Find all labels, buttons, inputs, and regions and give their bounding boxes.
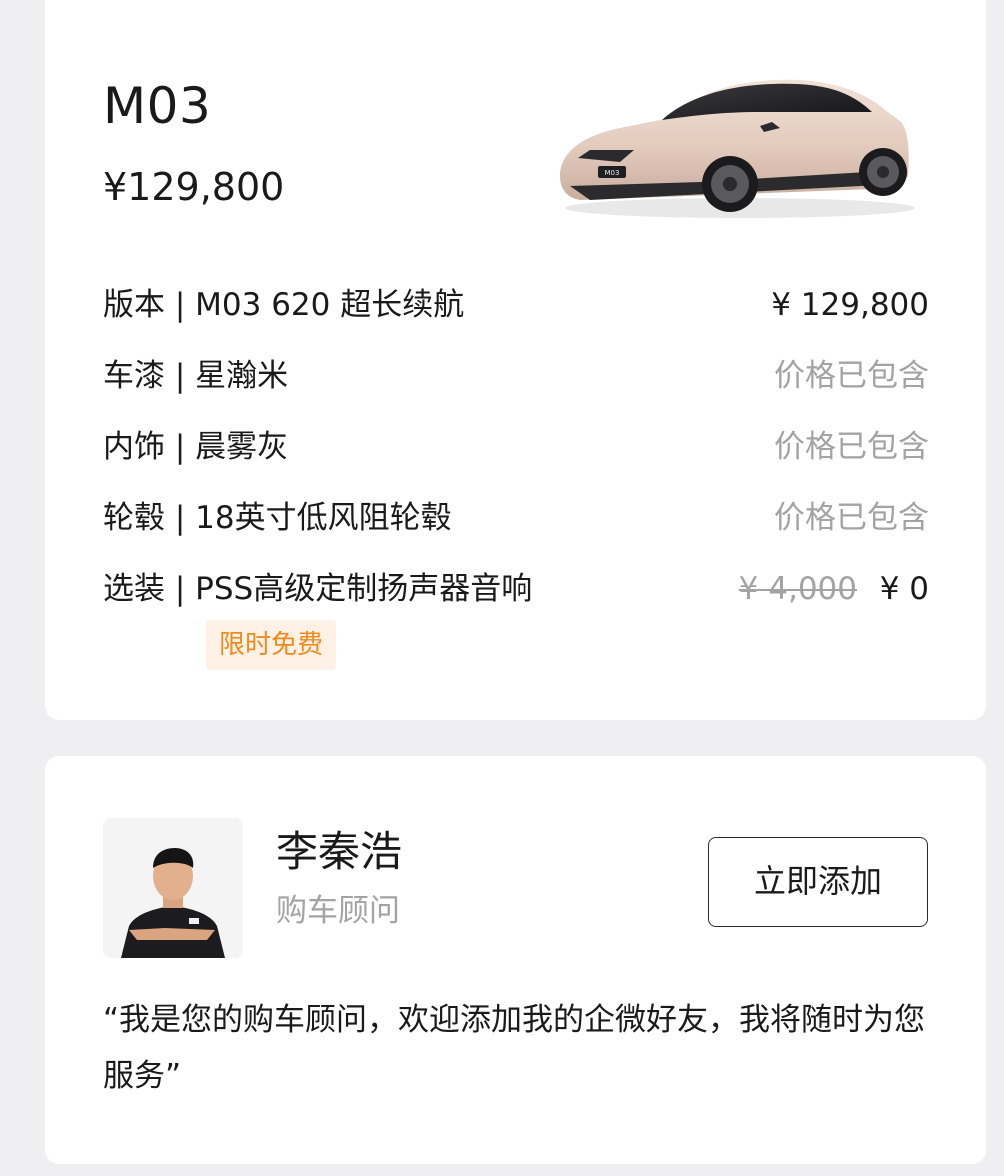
advisor-card: 李秦浩 购车顾问 立即添加 “我是您的购车顾问，欢迎添加我的企微好友，我将随时为… [45, 756, 986, 1164]
spec-row-interior: 内饰 | 晨雾灰 价格已包含 [103, 424, 929, 470]
original-price: ¥ 4,000 [738, 571, 857, 607]
spec-label: 轮毂 | 18英寸低风阻轮毂 [103, 500, 452, 536]
advisor-name: 李秦浩 [276, 827, 403, 876]
avatar [103, 818, 243, 958]
spec-row-version: 版本 | M03 620 超长续航 ¥ 129,800 [103, 282, 929, 328]
spec-label: 选装 | PSS高级定制扬声器音响 [103, 571, 533, 607]
spec-label: 内饰 | 晨雾灰 [103, 429, 289, 465]
spec-label: 车漆 | 星瀚米 [103, 358, 289, 394]
add-advisor-button[interactable]: 立即添加 [708, 837, 928, 927]
car-config-card: M03 ¥129,800 M03 版本 | M03 620 超长续航 ¥ 129… [45, 0, 986, 720]
spec-label: 版本 | M03 620 超长续航 [103, 287, 465, 323]
spec-row-paint: 车漆 | 星瀚米 价格已包含 [103, 353, 929, 399]
model-name: M03 [103, 77, 212, 135]
spec-row-wheels: 轮毂 | 18英寸低风阻轮毂 价格已包含 [103, 495, 929, 541]
car-image: M03 [560, 79, 915, 218]
spec-value: 价格已包含 [774, 358, 929, 394]
advisor-role: 购车顾问 [276, 893, 400, 929]
advisor-photo [103, 818, 243, 958]
spec-value: ¥ 129,800 [771, 287, 929, 323]
spec-value: ¥ 0 [879, 571, 929, 607]
model-price: ¥129,800 [103, 165, 285, 209]
advisor-quote: “我是您的购车顾问，欢迎添加我的企微好友，我将随时为您服务” [103, 1002, 926, 1094]
spec-row-options: 选装 | PSS高级定制扬声器音响 ¥ 4,000 ¥ 0 [103, 566, 929, 612]
car-plate-text: M03 [605, 169, 620, 177]
spec-value: 价格已包含 [774, 500, 929, 536]
promo-tag: 限时免费 [206, 620, 336, 670]
spec-value: 价格已包含 [774, 429, 929, 465]
